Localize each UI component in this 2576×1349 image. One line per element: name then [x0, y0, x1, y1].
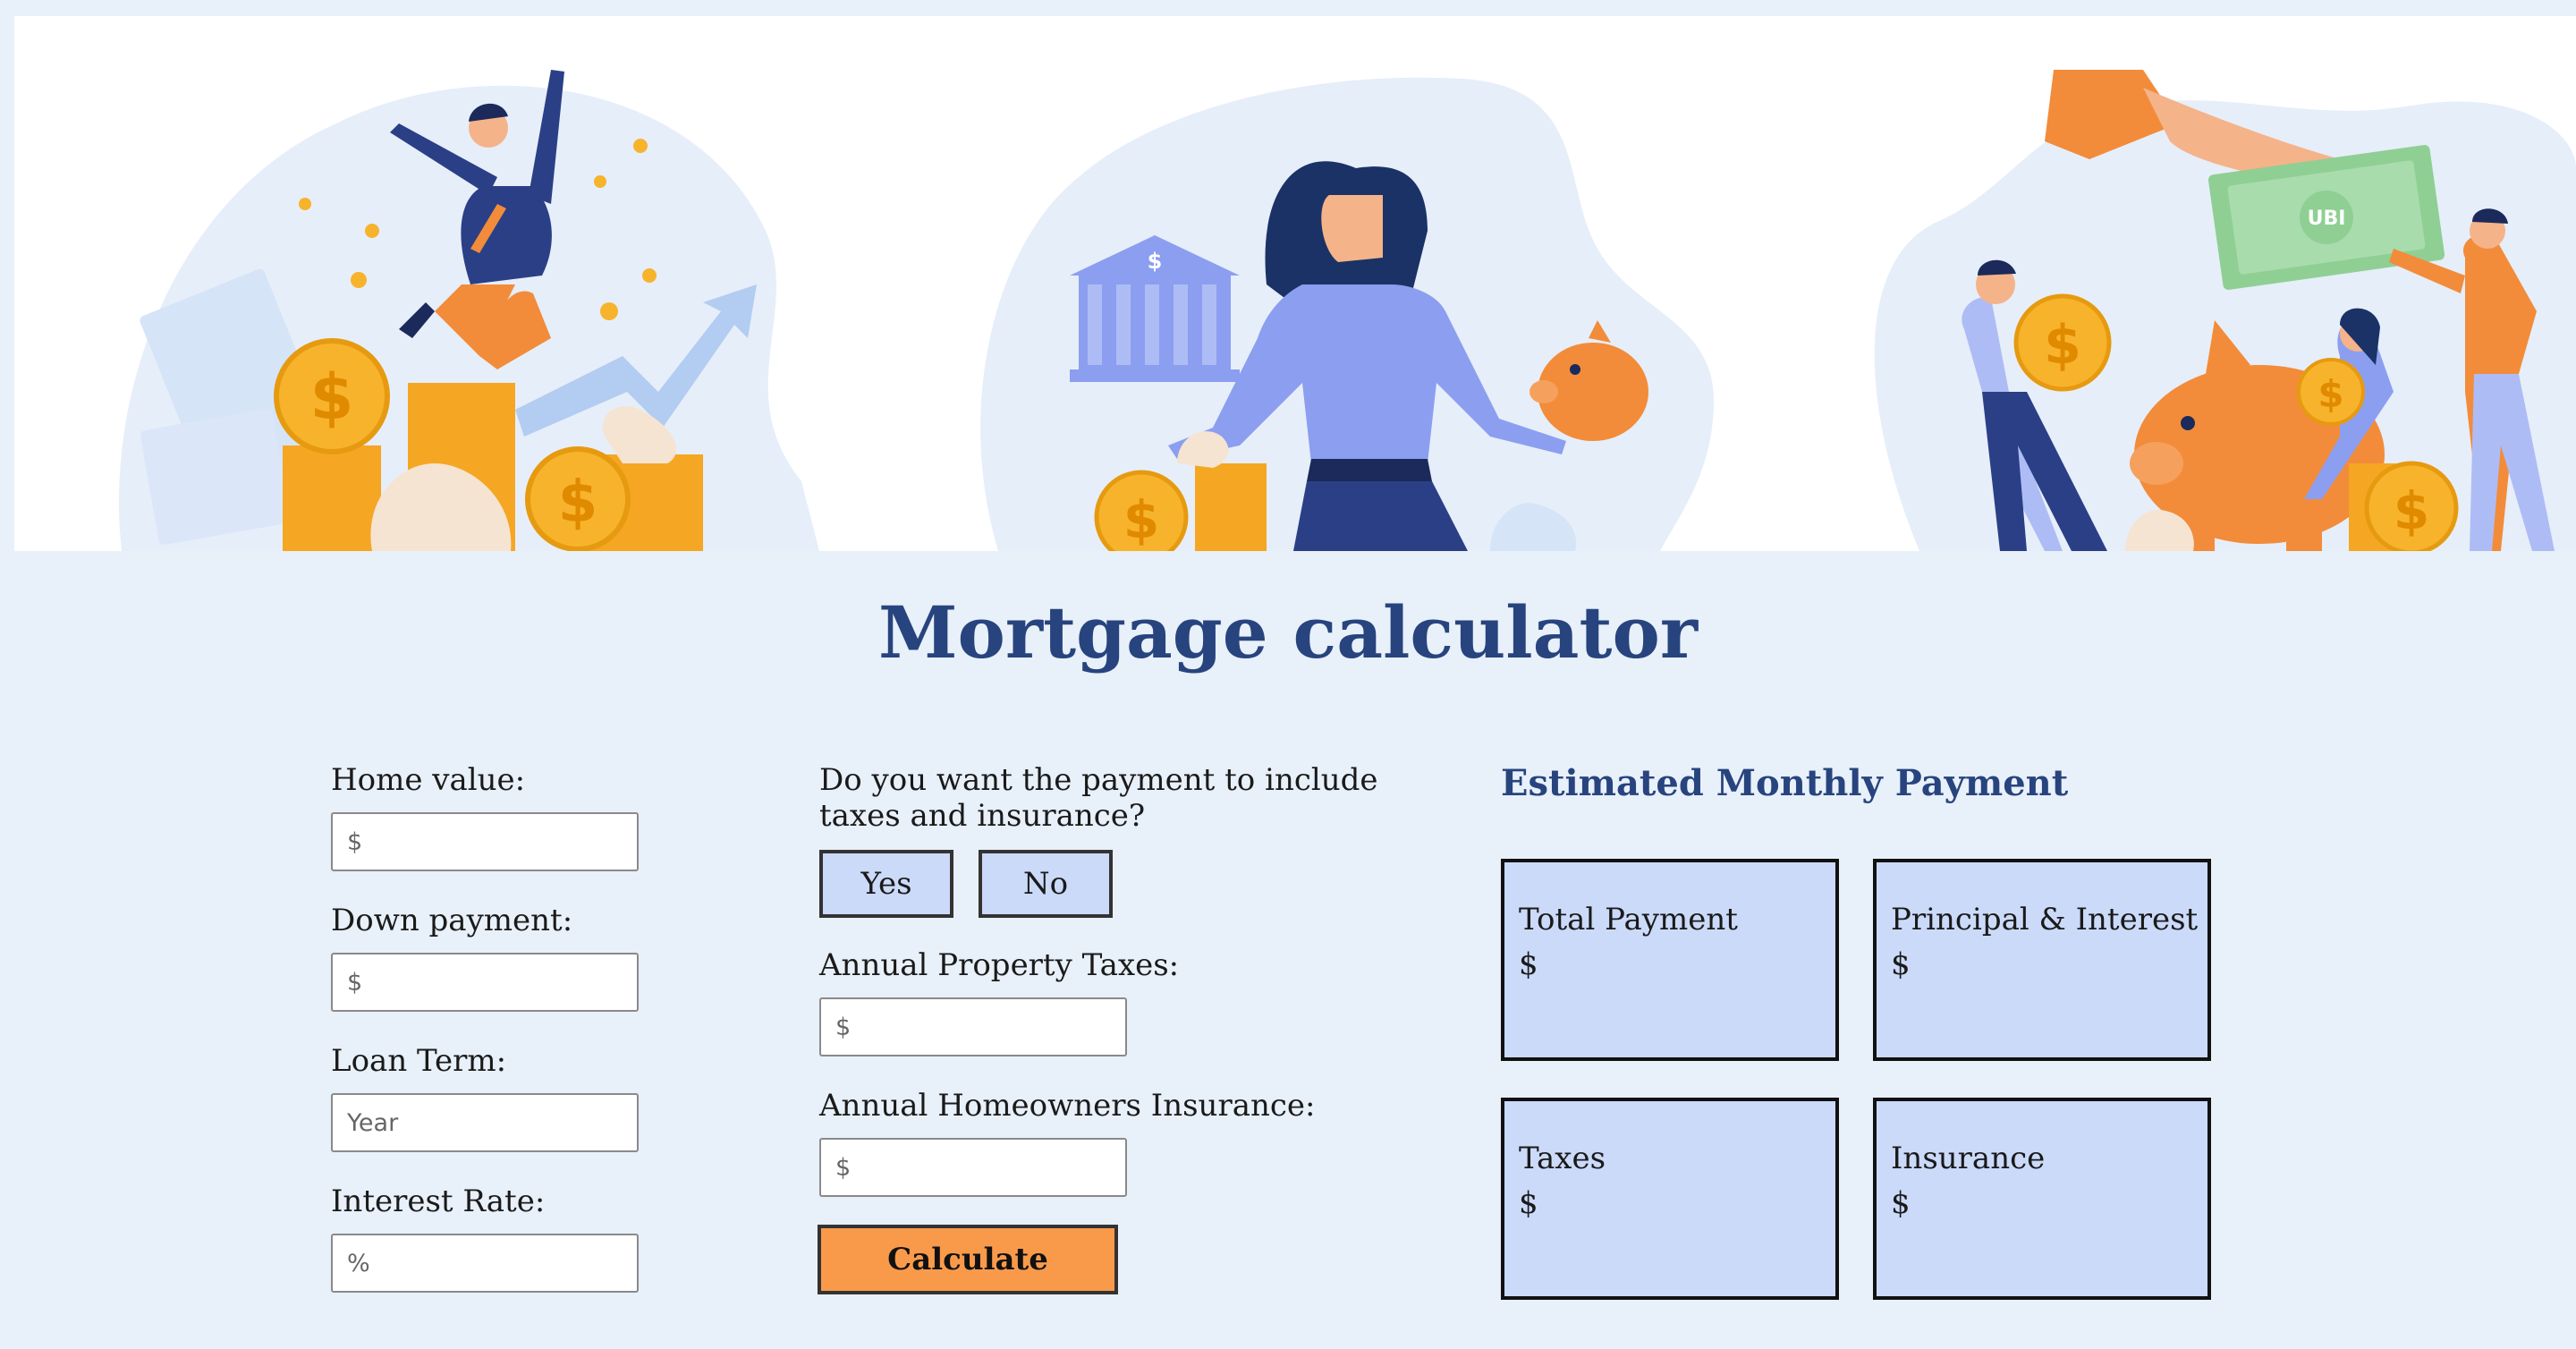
include-question-line2: taxes and insurance? — [819, 798, 1146, 834]
homeowners-insurance-input[interactable] — [819, 1138, 1127, 1197]
scene-left-celebration: $ $ — [119, 70, 819, 551]
homeowners-insurance-label: Annual Homeowners Insurance: — [819, 1088, 1316, 1124]
loan-term-label: Loan Term: — [331, 1043, 507, 1079]
interest-rate-label: Interest Rate: — [331, 1184, 546, 1219]
card-title: Total Payment — [1519, 902, 1738, 938]
svg-text:$: $ — [558, 470, 598, 536]
hero-illustration: $ $ $ $ UBI $ $ $ — [119, 70, 2576, 551]
loan-term-input[interactable] — [331, 1093, 639, 1152]
hero-banner: $ $ $ $ UBI $ $ $ — [14, 16, 2576, 551]
card-title: Taxes — [1519, 1141, 1606, 1176]
page-title: Mortgage calculator — [878, 590, 1698, 674]
scene-right-money: UBI $ $ $ — [1874, 70, 2576, 551]
svg-text:$: $ — [310, 361, 354, 434]
property-taxes-label: Annual Property Taxes: — [819, 947, 1180, 983]
yes-button[interactable]: Yes — [819, 850, 953, 918]
total-payment-card: Total Payment $ — [1501, 859, 1839, 1061]
card-title: Principal & Interest — [1891, 902, 2199, 938]
results-heading: Estimated Monthly Payment — [1501, 762, 2069, 804]
home-value-label: Home value: — [331, 762, 526, 798]
include-question-line1: Do you want the payment to include — [819, 762, 1378, 798]
card-value: $ — [1891, 1185, 1911, 1221]
svg-text:$: $ — [2044, 314, 2081, 377]
home-value-input[interactable] — [331, 812, 639, 871]
card-value: $ — [1891, 946, 1911, 982]
insurance-card: Insurance $ — [1873, 1098, 2211, 1300]
taxes-card: Taxes $ — [1501, 1098, 1839, 1300]
card-title: Insurance — [1891, 1141, 2046, 1176]
svg-text:$: $ — [1148, 249, 1163, 274]
down-payment-input[interactable] — [331, 953, 639, 1012]
interest-rate-input[interactable] — [331, 1234, 639, 1293]
calculate-button[interactable]: Calculate — [818, 1225, 1118, 1294]
svg-text:$: $ — [1123, 489, 1159, 550]
card-value: $ — [1519, 946, 1538, 982]
principal-interest-card: Principal & Interest $ — [1873, 859, 2211, 1061]
down-payment-label: Down payment: — [331, 903, 573, 938]
banknote-text: UBI — [2308, 208, 2346, 230]
svg-text:$: $ — [2318, 372, 2343, 416]
property-taxes-input[interactable] — [819, 997, 1127, 1056]
svg-text:$: $ — [2394, 480, 2429, 541]
card-value: $ — [1519, 1185, 1538, 1221]
scene-center-woman: $ $ — [980, 77, 1714, 551]
no-button[interactable]: No — [979, 850, 1113, 918]
